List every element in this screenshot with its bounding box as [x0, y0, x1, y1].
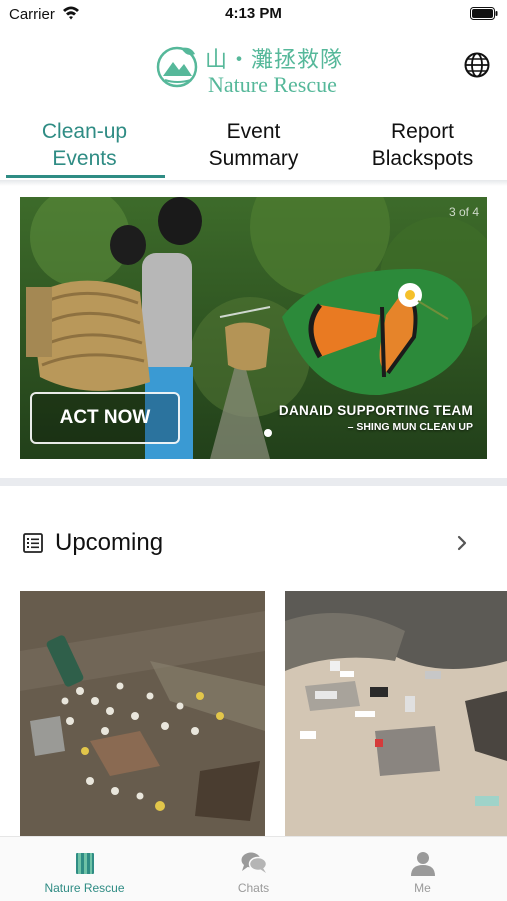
app-header: 山・灘拯救隊 Nature Rescue	[0, 30, 507, 108]
tab-event-summary[interactable]: Event Summary	[169, 110, 338, 180]
upcoming-section-header[interactable]: Upcoming	[0, 518, 507, 568]
top-tab-bar: Clean-up Events Event Summary Report Bla…	[0, 110, 507, 180]
chat-bubbles-icon	[241, 852, 267, 873]
book-icon	[75, 853, 94, 874]
nav-label: Nature Rescue	[44, 881, 125, 895]
tab-clean-up-events[interactable]: Clean-up Events	[0, 110, 169, 180]
section-divider	[0, 478, 507, 486]
banner-page-counter: 3 of 4	[448, 205, 479, 219]
act-now-button[interactable]: ACT NOW	[30, 392, 180, 444]
globe-icon[interactable]	[463, 51, 491, 79]
promo-banner[interactable]: 3 of 4 ACT NOW DANAID SUPPORTING TEAM – …	[20, 197, 487, 459]
list-icon	[23, 533, 43, 553]
status-bar: Carrier 4:13 PM	[0, 0, 507, 30]
nav-label: Chats	[237, 881, 270, 895]
person-icon	[410, 852, 435, 876]
battery-icon	[470, 7, 498, 20]
nature-rescue-logo: 山・灘拯救隊 Nature Rescue	[155, 42, 355, 100]
nav-item-chats[interactable]: Chats	[169, 837, 338, 901]
nav-item-nature-rescue[interactable]: Nature Rescue	[0, 837, 169, 901]
nav-label: Me	[414, 881, 431, 895]
banner-title: DANAID SUPPORTING TEAM	[278, 403, 473, 418]
banner-page-indicator[interactable]	[264, 429, 272, 437]
nav-item-me[interactable]: Me	[338, 837, 507, 901]
tab-report-blackspots[interactable]: Report Blackspots	[338, 110, 507, 180]
chevron-right-icon[interactable]	[455, 534, 469, 552]
bottom-tab-bar: Nature Rescue Chats Me	[0, 836, 507, 901]
logo-english-text: Nature Rescue	[208, 72, 337, 97]
upcoming-title: Upcoming	[55, 529, 164, 556]
banner-subtitle: – SHING MUN CLEAN UP	[347, 421, 473, 433]
event-card[interactable]	[20, 591, 265, 836]
logo-mark-icon	[156, 46, 198, 88]
event-photo-litter-ground	[20, 591, 265, 836]
status-time: 4:13 PM	[225, 5, 282, 22]
event-photo-litter-beach	[285, 591, 507, 836]
logo-chinese-text: 山・灘拯救隊	[205, 48, 344, 73]
event-card[interactable]	[285, 591, 507, 836]
tab-bar-shadow	[0, 180, 507, 186]
